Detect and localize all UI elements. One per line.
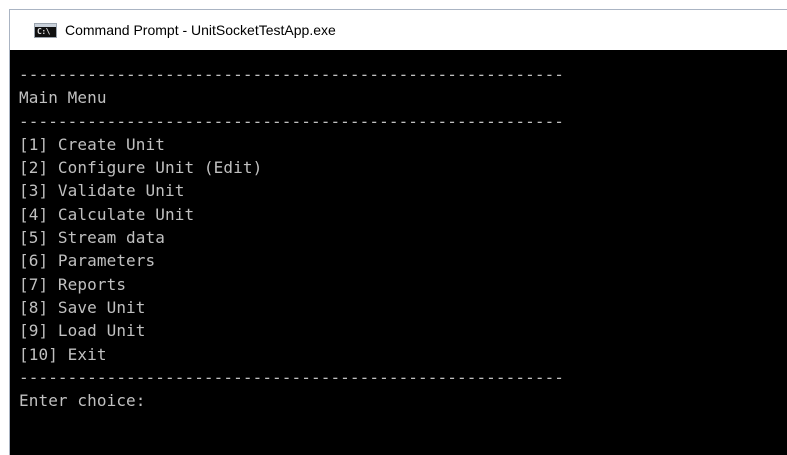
command-prompt-icon[interactable]: C:\	[34, 22, 57, 38]
input-prompt-line[interactable]: Enter choice:	[19, 389, 787, 412]
icon-prompt-glyph: C:\	[37, 26, 50, 36]
menu-item-validate-unit: [3] Validate Unit	[19, 181, 185, 201]
menu-heading: Main Menu	[19, 88, 107, 108]
menu-item-exit: [10] Exit	[19, 344, 107, 364]
menu-item-save-unit: [8] Save Unit	[19, 297, 146, 317]
menu-item-load-unit: [9] Load Unit	[19, 321, 146, 341]
command-prompt-window: C:\ Command Prompt - UnitSocketTestApp.e…	[9, 9, 787, 455]
separator-line: ----------------------------------------…	[19, 111, 565, 131]
separator-line: ----------------------------------------…	[19, 65, 565, 84]
menu-item-stream-data: [5] Stream data	[19, 228, 165, 248]
title-bar[interactable]: C:\ Command Prompt - UnitSocketTestApp.e…	[10, 10, 787, 50]
menu-item-configure-unit: [2] Configure Unit (Edit)	[19, 158, 263, 178]
menu-item-create-unit: [1] Create Unit	[19, 134, 165, 154]
separator-line: ----------------------------------------…	[19, 367, 565, 387]
menu-item-calculate-unit: [4] Calculate Unit	[19, 204, 195, 224]
input-prompt: Enter choice:	[19, 391, 146, 411]
console-output[interactable]: ----------------------------------------…	[10, 50, 787, 455]
window-title: Command Prompt - UnitSocketTestApp.exe	[65, 22, 336, 38]
menu-item-reports: [7] Reports	[19, 274, 127, 294]
menu-item-parameters: [6] Parameters	[19, 251, 156, 271]
